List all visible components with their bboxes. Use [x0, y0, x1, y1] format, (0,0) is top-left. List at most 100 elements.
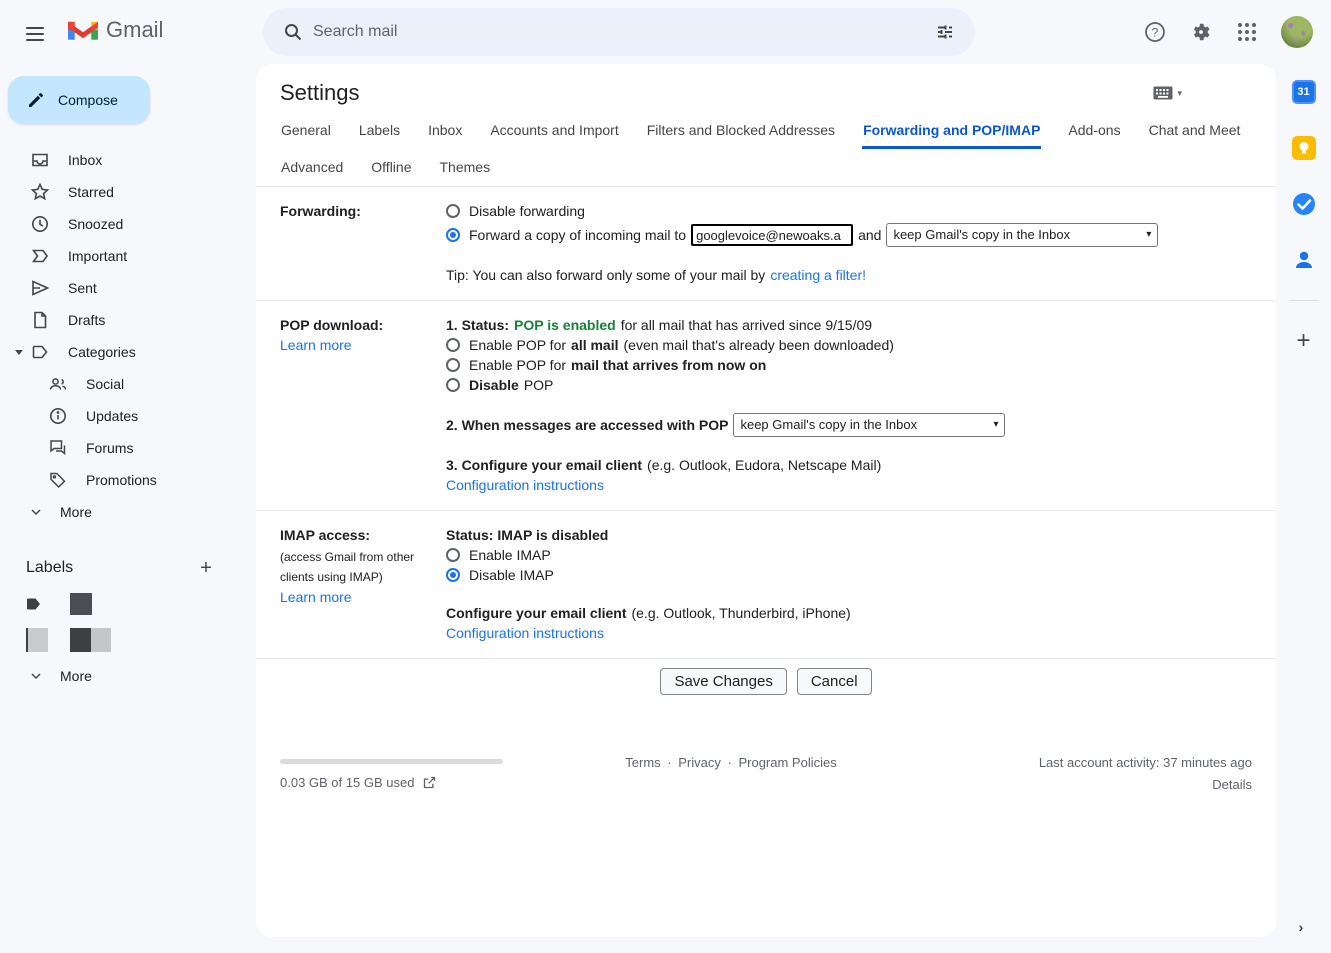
external-link-icon[interactable]	[422, 775, 437, 790]
tab-general[interactable]: General	[280, 112, 332, 149]
sidebar-item-promotions[interactable]: Promotions	[0, 464, 256, 496]
sidebar-item-more[interactable]: More	[0, 496, 256, 528]
tasks-icon[interactable]	[1286, 186, 1322, 222]
main-menu-icon[interactable]	[23, 20, 47, 44]
details-link[interactable]: Details	[932, 777, 1252, 792]
label-item-redacted-1[interactable]	[0, 586, 256, 622]
sidebar-item-label: Sent	[68, 280, 97, 296]
account-avatar[interactable]	[1281, 16, 1313, 48]
sidebar-item-label: Categories	[68, 344, 136, 360]
tab-filters-and-blocked-addresses[interactable]: Filters and Blocked Addresses	[646, 112, 836, 149]
cancel-button[interactable]: Cancel	[797, 668, 872, 695]
program-policies-link[interactable]: Program Policies	[738, 755, 836, 770]
sidebar-item-starred[interactable]: Starred	[0, 176, 256, 208]
chevron-down-icon	[28, 502, 44, 522]
enable-pop-all-bold: all mail	[571, 335, 618, 355]
input-tools-toggle[interactable]: ▾	[1153, 86, 1252, 100]
pop-learn-more-link[interactable]: Learn more	[280, 337, 352, 353]
disable-pop-radio[interactable]	[446, 378, 460, 392]
contacts-icon[interactable]	[1286, 242, 1322, 278]
tab-inbox[interactable]: Inbox	[427, 112, 463, 149]
rail-divider	[1290, 300, 1318, 301]
sidebar-item-label: Inbox	[68, 152, 102, 168]
important-icon	[30, 246, 50, 266]
sidebar-item-inbox[interactable]: Inbox	[0, 144, 256, 176]
forwarding-action-select[interactable]: keep Gmail's copy in the Inbox ▾	[886, 223, 1158, 247]
compose-label: Compose	[58, 92, 118, 108]
and-text: and	[858, 225, 881, 245]
google-apps-icon[interactable]	[1235, 20, 1259, 44]
enable-imap-label: Enable IMAP	[469, 545, 551, 565]
separator: ·	[664, 755, 674, 770]
label-icon	[30, 342, 50, 362]
tab-advanced[interactable]: Advanced	[280, 149, 344, 186]
labels-more[interactable]: More	[0, 660, 256, 692]
pop-when-select[interactable]: keep Gmail's copy in the Inbox ▾	[733, 413, 1005, 437]
enable-pop-all-mail-radio[interactable]	[446, 338, 460, 352]
sidebar-item-label: More	[60, 504, 92, 520]
tab-themes[interactable]: Themes	[439, 149, 492, 186]
gmail-m-icon	[68, 18, 98, 42]
storage-progress-bar	[280, 759, 503, 764]
forward-copy-radio[interactable]	[446, 228, 460, 242]
sidebar-item-label: Updates	[86, 408, 138, 424]
help-icon[interactable]: ?	[1143, 20, 1167, 44]
sidebar-item-snoozed[interactable]: Snoozed	[0, 208, 256, 240]
enable-imap-radio[interactable]	[446, 548, 460, 562]
creating-a-filter-link[interactable]: creating a filter!	[770, 265, 866, 285]
sidebar-item-important[interactable]: Important	[0, 240, 256, 272]
keep-icon[interactable]	[1286, 130, 1322, 166]
tab-chat-and-meet[interactable]: Chat and Meet	[1148, 112, 1242, 149]
labels-header: Labels +	[0, 556, 256, 580]
search-input[interactable]	[313, 23, 925, 41]
search-icon[interactable]	[273, 12, 313, 52]
sidebar-item-drafts[interactable]: Drafts	[0, 304, 256, 336]
tab-offline[interactable]: Offline	[370, 149, 412, 186]
imap-access-section: IMAP access: (access Gmail from other cl…	[256, 511, 1276, 658]
forwarding-email-input[interactable]	[691, 224, 853, 246]
people-icon	[48, 374, 68, 394]
enable-pop-all-suffix: (even mail that's already been downloade…	[624, 335, 894, 355]
search-options-icon[interactable]	[925, 12, 965, 52]
storage-usage-text[interactable]: 0.03 GB of 15 GB used	[280, 775, 414, 790]
create-label-icon[interactable]: +	[194, 556, 218, 580]
collapse-caret-icon	[14, 347, 24, 357]
terms-link[interactable]: Terms	[625, 755, 660, 770]
side-panel-rail: 31 +	[1276, 64, 1331, 953]
privacy-link[interactable]: Privacy	[678, 755, 721, 770]
enable-pop-now-bold: mail that arrives from now on	[571, 355, 766, 375]
forwarding-action-value: keep Gmail's copy in the Inbox	[893, 225, 1070, 245]
clock-icon	[30, 214, 50, 234]
sidebar-item-categories[interactable]: Categories	[0, 336, 256, 368]
sidebar-item-social[interactable]: Social	[0, 368, 256, 400]
tab-forwarding-and-pop-imap[interactable]: Forwarding and POP/IMAP	[862, 112, 1041, 149]
disable-forwarding-radio[interactable]	[446, 204, 460, 218]
imap-access-sublabel: (access Gmail from other clients using I…	[280, 547, 448, 587]
imap-learn-more-link[interactable]: Learn more	[280, 589, 352, 605]
tab-labels[interactable]: Labels	[358, 112, 401, 149]
tab-accounts-and-import[interactable]: Accounts and Import	[489, 112, 619, 149]
enable-pop-from-now-radio[interactable]	[446, 358, 460, 372]
tab-add-ons[interactable]: Add-ons	[1067, 112, 1121, 149]
label-item-redacted-2[interactable]	[0, 622, 256, 658]
keyboard-icon	[1153, 86, 1173, 100]
labels-more-label: More	[60, 668, 92, 684]
sidebar-item-forums[interactable]: Forums	[0, 432, 256, 464]
disable-imap-radio[interactable]	[446, 568, 460, 582]
pop-configure-bold: 3. Configure your email client	[446, 455, 642, 475]
side-panel-collapse-icon[interactable]: ›	[1289, 915, 1313, 939]
save-changes-button[interactable]: Save Changes	[660, 668, 786, 695]
svg-text:?: ?	[1152, 26, 1159, 40]
settings-gear-icon[interactable]	[1189, 20, 1213, 44]
forwarding-tip-text: Tip: You can also forward only some of y…	[446, 265, 765, 285]
calendar-icon[interactable]: 31	[1286, 74, 1322, 110]
pop-configuration-instructions-link[interactable]: Configuration instructions	[446, 475, 604, 495]
pop-when-value: keep Gmail's copy in the Inbox	[740, 415, 917, 435]
gmail-logo: Gmail	[68, 17, 163, 43]
compose-button[interactable]: Compose	[8, 76, 150, 124]
get-add-ons-icon[interactable]: +	[1286, 323, 1322, 359]
sidebar-item-sent[interactable]: Sent	[0, 272, 256, 304]
settings-footer: 0.03 GB of 15 GB used Terms · Privacy · …	[256, 753, 1276, 792]
sidebar-item-updates[interactable]: Updates	[0, 400, 256, 432]
imap-configuration-instructions-link[interactable]: Configuration instructions	[446, 623, 604, 643]
